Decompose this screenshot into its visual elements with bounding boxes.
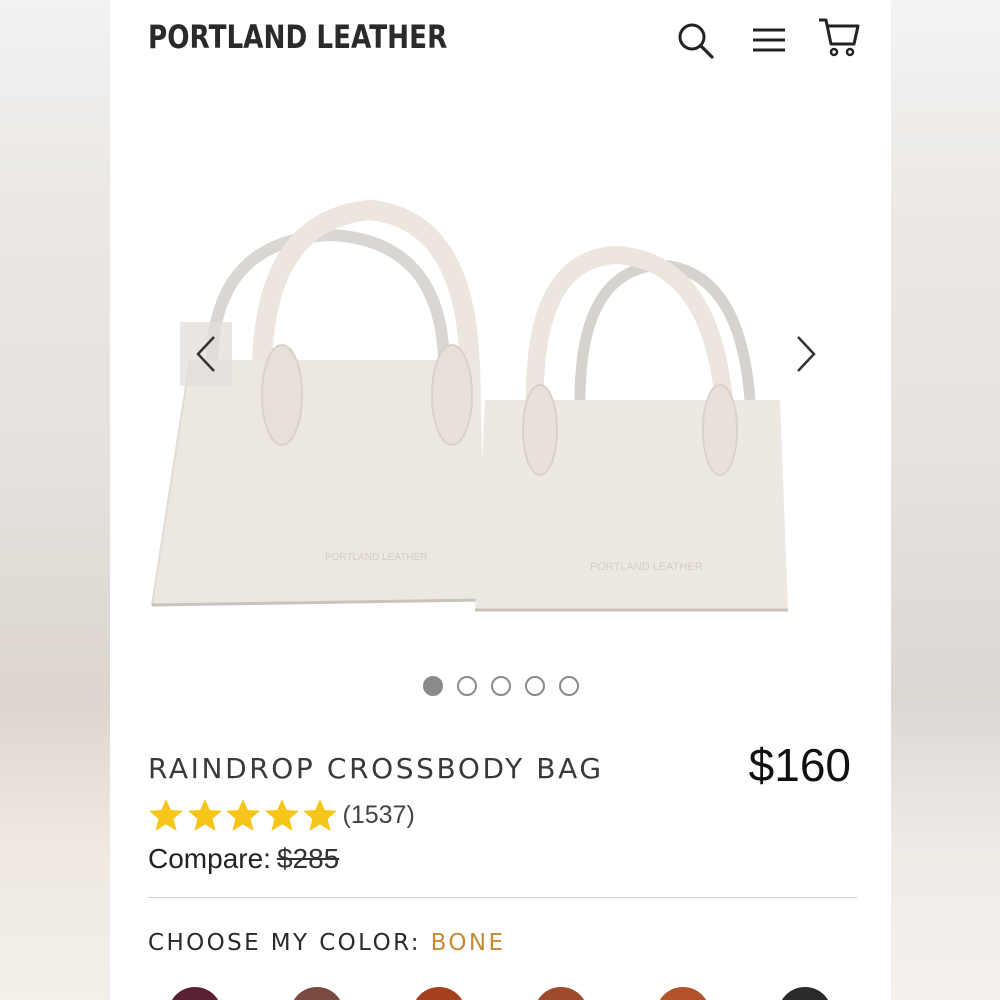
compare-price: Compare: $285: [148, 843, 339, 875]
slide-dot-3[interactable]: [491, 676, 511, 696]
slide-dot-2[interactable]: [457, 676, 477, 696]
next-slide-button[interactable]: [780, 322, 832, 386]
product-title: RAINDROP CROSSBODY BAG: [148, 752, 604, 785]
slide-indicators: [423, 676, 579, 696]
product-page: PORTLAND LEATHER PORTLAND LEATHER PORTLA: [110, 0, 891, 1000]
star-icon: [225, 798, 261, 832]
search-icon[interactable]: [673, 18, 717, 62]
color-swatches: [168, 987, 868, 1000]
cart-icon[interactable]: [816, 14, 860, 58]
previous-slide-button[interactable]: [180, 322, 232, 386]
brand-logo[interactable]: PORTLAND LEATHER: [148, 18, 447, 56]
star-icon: [264, 798, 300, 832]
product-image-gallery[interactable]: PORTLAND LEATHER PORTLAND LEATHER: [110, 100, 891, 660]
product-image: PORTLAND LEATHER PORTLAND LEATHER: [151, 199, 788, 612]
review-count-link[interactable]: (1537): [343, 801, 415, 830]
menu-icon[interactable]: [746, 18, 790, 62]
color-swatch[interactable]: [656, 987, 710, 1000]
blurred-backdrop-right: [891, 0, 1000, 1000]
embossed-logo-large: PORTLAND LEATHER: [325, 552, 427, 563]
compare-label: Compare:: [148, 843, 271, 874]
product-price: $160: [748, 739, 851, 791]
color-swatch[interactable]: [290, 987, 344, 1000]
color-swatch[interactable]: [778, 987, 832, 1000]
selected-color-value: BONE: [430, 930, 506, 956]
embossed-logo-small: PORTLAND LEATHER: [590, 561, 703, 573]
blurred-backdrop-left: [0, 0, 110, 1000]
divider: [148, 897, 857, 898]
compare-price-value: $285: [276, 843, 340, 874]
slide-dot-1[interactable]: [423, 676, 443, 696]
color-selector-label: CHOOSE MY COLOR: BONE: [148, 930, 505, 956]
color-swatch[interactable]: [168, 987, 222, 1000]
color-label-text: CHOOSE MY COLOR:: [148, 930, 421, 956]
star-icon: [187, 798, 223, 832]
slide-dot-4[interactable]: [525, 676, 545, 696]
star-icon: [148, 798, 184, 832]
chevron-left-icon: [196, 336, 215, 372]
star-icon: [302, 798, 338, 832]
product-rating[interactable]: (1537): [148, 798, 415, 832]
chevron-right-icon: [797, 336, 816, 372]
color-swatch[interactable]: [534, 987, 588, 1000]
color-swatch[interactable]: [412, 987, 466, 1000]
slide-dot-5[interactable]: [559, 676, 579, 696]
